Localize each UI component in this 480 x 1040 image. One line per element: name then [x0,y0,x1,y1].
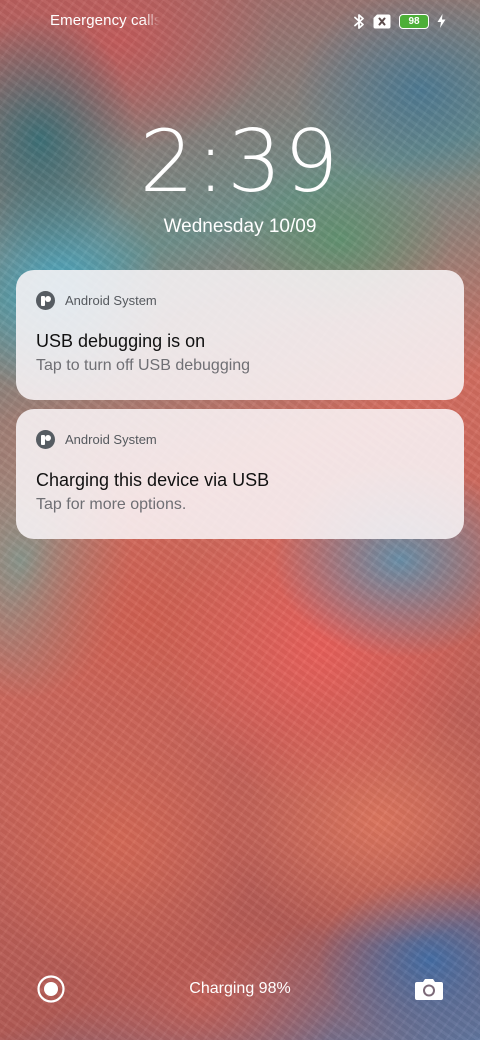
android-system-icon [36,430,55,449]
notification-body: Tap for more options. [36,496,187,513]
battery-icon: 98 [399,13,429,29]
notification-header: Android System [36,291,157,310]
notification-usb-debugging[interactable]: Android System USB debugging is on Tap t… [16,270,464,400]
notification-usb-charging[interactable]: Android System Charging this device via … [16,409,464,539]
carrier-text: Emergency calls [50,12,160,29]
lock-screen: Emergency calls 98 2:39 Wednesday 10/09 … [0,0,480,1040]
notification-app-name: Android System [65,293,157,308]
android-system-icon [36,291,55,310]
notification-title: USB debugging is on [36,331,206,351]
status-icons: 98 [353,11,446,31]
camera-button[interactable] [414,976,444,1004]
date: Wednesday 10/09 [163,216,317,237]
no-sim-icon [373,14,391,29]
status-bar: Emergency calls 98 [0,0,480,44]
battery-level: 98 [408,15,420,27]
charging-status: Charging 98% [189,980,291,997]
notification-title: Charging this device via USB [36,470,270,490]
bluetooth-icon [353,13,365,30]
charging-bolt-icon [437,14,446,28]
clock: 2:39 [139,112,341,212]
camera-icon [415,979,443,1000]
bottom-bar: Charging 98% [0,960,480,1020]
notification-body: Tap to turn off USB debugging [36,357,251,374]
notification-app-name: Android System [65,432,157,447]
notification-header: Android System [36,430,157,449]
